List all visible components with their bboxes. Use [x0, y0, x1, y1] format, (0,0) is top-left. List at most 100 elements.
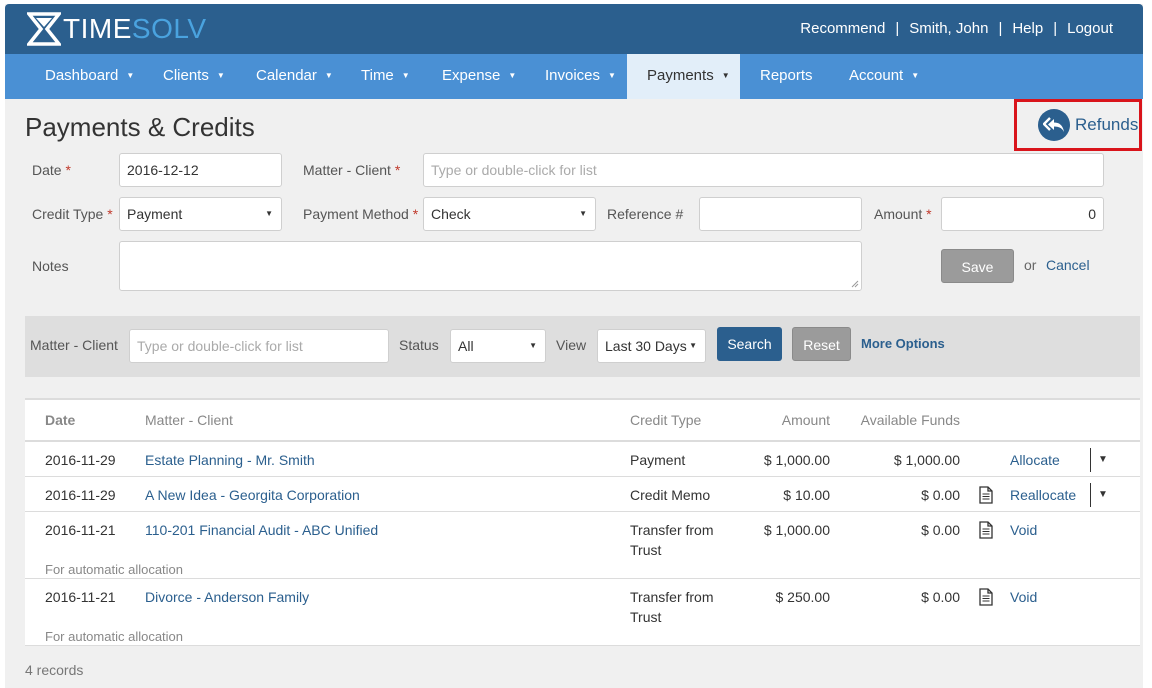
- payment-method-label: Payment Method *: [303, 206, 419, 222]
- reply-all-icon: [1038, 109, 1070, 141]
- row-available-funds: $ 1,000.00: [893, 452, 960, 468]
- nav-dashboard[interactable]: Dashboard ▼: [45, 54, 134, 99]
- row-amount: $ 1,000.00: [763, 452, 830, 468]
- nav-time[interactable]: Time ▼: [361, 54, 410, 99]
- separator: |: [1053, 20, 1058, 37]
- row-amount: $ 10.00: [783, 487, 830, 503]
- nav-label: Calendar: [256, 67, 317, 84]
- records-count: 4 records: [25, 662, 84, 678]
- row-credit-type: Transfer from: [630, 522, 714, 538]
- header-available-funds[interactable]: Available Funds: [861, 412, 960, 428]
- row-note: For automatic allocation: [45, 562, 184, 577]
- nav-label: Invoices: [545, 67, 601, 84]
- row-matter-client-link[interactable]: Divorce - Anderson Family: [145, 589, 309, 605]
- row-matter-client-link[interactable]: Estate Planning - Mr. Smith: [145, 452, 315, 468]
- matter-client-input[interactable]: Type or double-click for list: [423, 153, 1104, 187]
- status-label: Status: [399, 337, 439, 353]
- reference-input[interactable]: [699, 197, 862, 231]
- more-options-link[interactable]: More Options: [861, 336, 945, 351]
- row-date: 2016-11-21: [45, 589, 116, 605]
- caret-down-icon: ▼: [126, 71, 135, 80]
- amount-input[interactable]: 0: [941, 197, 1104, 231]
- page-title: Payments & Credits: [25, 112, 255, 142]
- view-label: View: [556, 337, 587, 353]
- row-available-funds: $ 0.00: [921, 487, 960, 503]
- or-text: or: [1024, 257, 1037, 273]
- nav-expense[interactable]: Expense ▼: [442, 54, 516, 99]
- credit-type-select[interactable]: Payment ▼: [119, 197, 282, 231]
- split-divider: [1090, 448, 1091, 472]
- header-date[interactable]: Date: [45, 412, 75, 428]
- header-matter-client[interactable]: Matter - Client: [145, 412, 233, 428]
- nav-account[interactable]: Account ▼: [849, 54, 919, 99]
- void-link[interactable]: Void: [1010, 522, 1037, 538]
- save-button[interactable]: Save: [941, 249, 1014, 283]
- table-row: 2016-11-29 A New Idea - Georgita Corpora…: [25, 477, 1140, 512]
- app-window: TIMESOLV Recommend | Smith, John | Help …: [5, 4, 1143, 688]
- filter-matter-client-input[interactable]: Type or double-click for list: [129, 329, 389, 363]
- table-row: 2016-11-21 Divorce - Anderson Family Tra…: [25, 579, 1140, 646]
- date-field[interactable]: 2016-12-12: [119, 153, 282, 187]
- logout-link[interactable]: Logout: [1067, 20, 1113, 37]
- row-credit-type: Payment: [630, 452, 686, 468]
- notes-label: Notes: [32, 258, 69, 274]
- header-credit-type[interactable]: Credit Type: [630, 412, 701, 428]
- caret-down-icon: ▼: [401, 71, 410, 80]
- resize-handle-icon[interactable]: [851, 280, 859, 288]
- nav-reports[interactable]: Reports: [760, 54, 813, 99]
- status-select[interactable]: All ▼: [450, 329, 546, 363]
- logo-mark-icon: [27, 12, 61, 46]
- caret-down-icon: ▼: [721, 71, 730, 80]
- row-credit-type-line2: Trust: [630, 542, 662, 558]
- user-menu-link[interactable]: Smith, John: [909, 20, 988, 37]
- reallocate-link[interactable]: Reallocate: [1010, 487, 1076, 503]
- nav-invoices[interactable]: Invoices ▼: [545, 54, 616, 99]
- table-row: 2016-11-21 110-201 Financial Audit - ABC…: [25, 512, 1140, 579]
- credit-type-value: Payment: [127, 206, 183, 222]
- allocate-link[interactable]: Allocate: [1010, 452, 1060, 468]
- payment-method-select[interactable]: Check ▼: [423, 197, 596, 231]
- row-date: 2016-11-21: [45, 522, 116, 538]
- document-icon[interactable]: [978, 588, 994, 606]
- matter-client-label: Matter - Client *: [303, 162, 401, 178]
- timesolv-logo[interactable]: TIMESOLV: [27, 11, 207, 47]
- row-matter-client-link[interactable]: A New Idea - Georgita Corporation: [145, 487, 360, 503]
- nav-payments[interactable]: Payments ▼: [627, 54, 740, 99]
- separator: |: [998, 20, 1003, 37]
- view-select[interactable]: Last 30 Days ▼: [597, 329, 706, 363]
- caret-down-icon: ▼: [529, 341, 537, 350]
- nav-label: Clients: [163, 67, 209, 84]
- caret-down-icon[interactable]: ▼: [1098, 489, 1108, 500]
- caret-down-icon: ▼: [324, 71, 333, 80]
- row-amount: $ 1,000.00: [763, 522, 830, 538]
- caret-down-icon: ▼: [608, 71, 616, 80]
- refunds-label: Refunds: [1075, 115, 1139, 134]
- recommend-link[interactable]: Recommend: [800, 20, 885, 37]
- row-date: 2016-11-29: [45, 487, 116, 503]
- help-link[interactable]: Help: [1012, 20, 1043, 37]
- top-header: TIMESOLV Recommend | Smith, John | Help …: [5, 4, 1143, 54]
- row-matter-client-link[interactable]: 110-201 Financial Audit - ABC Unified: [145, 522, 378, 538]
- notes-textarea[interactable]: [119, 241, 862, 291]
- refunds-button[interactable]: Refunds: [1014, 99, 1142, 151]
- cancel-link[interactable]: Cancel: [1046, 257, 1090, 273]
- search-button[interactable]: Search: [717, 327, 782, 361]
- nav-label: Dashboard: [45, 67, 119, 84]
- main-nav: Dashboard ▼ Clients ▼ Calendar ▼ Time ▼ Expe…: [5, 54, 1143, 99]
- document-icon[interactable]: [978, 521, 994, 539]
- document-icon[interactable]: [978, 486, 994, 504]
- table-row: 2016-11-29 Estate Planning - Mr. Smith P…: [25, 442, 1140, 477]
- separator: |: [895, 20, 900, 37]
- nav-label: Reports: [760, 67, 813, 84]
- nav-clients[interactable]: Clients ▼: [163, 54, 225, 99]
- caret-down-icon[interactable]: ▼: [1098, 454, 1108, 465]
- nav-calendar[interactable]: Calendar ▼: [256, 54, 333, 99]
- nav-label: Account: [849, 67, 904, 84]
- header-amount[interactable]: Amount: [782, 412, 830, 428]
- row-note: For automatic allocation: [45, 629, 184, 644]
- filter-matter-client-label: Matter - Client: [30, 337, 118, 353]
- caret-down-icon: ▼: [689, 341, 697, 350]
- logo-text-time: TIME: [63, 13, 132, 44]
- reset-button[interactable]: Reset: [792, 327, 851, 361]
- void-link[interactable]: Void: [1010, 589, 1037, 605]
